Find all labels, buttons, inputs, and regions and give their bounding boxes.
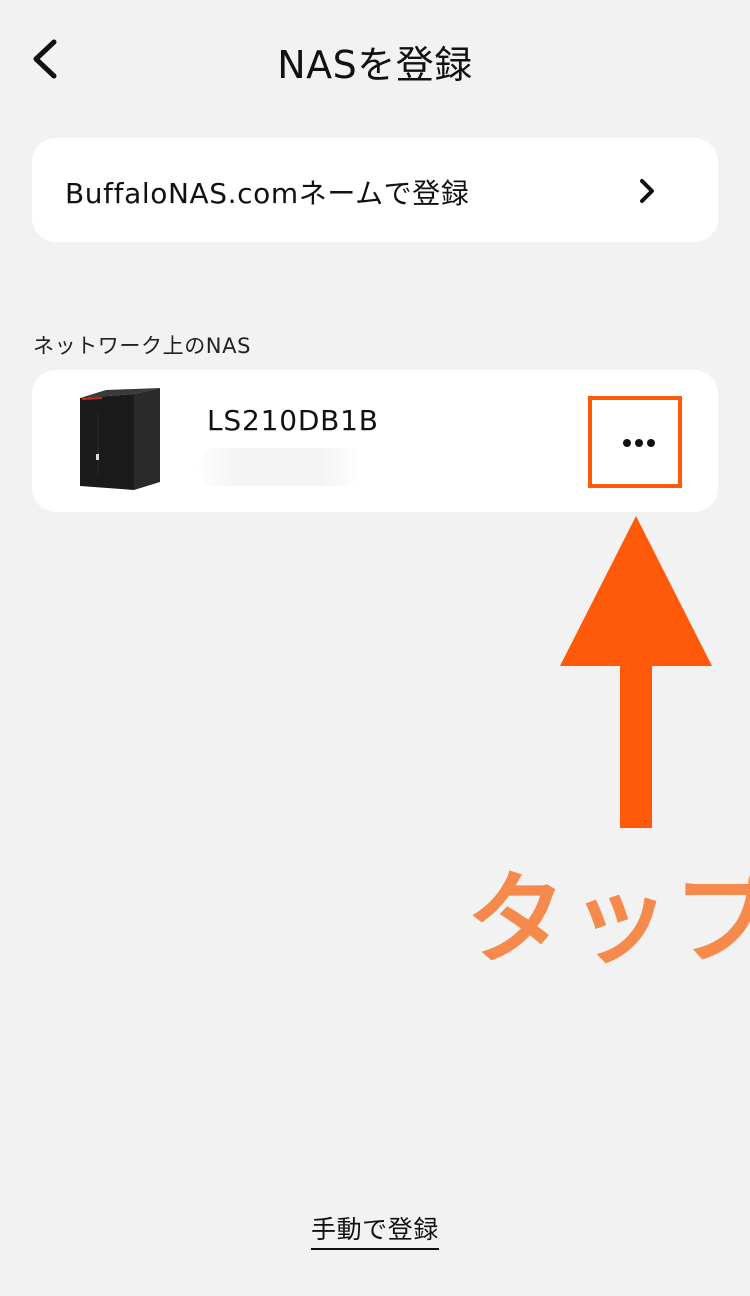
nas-device-name: LS210DB1B [207,404,379,437]
annotation-tap-label: タップ [466,861,750,978]
chevron-right-icon [636,176,658,206]
buffalo-name-register-button[interactable]: BuffaloNAS.comネームで登録 [32,138,718,242]
annotation-arrow-up-icon [556,516,716,832]
manual-register-container: 手動で登録 [0,1210,750,1250]
page-title: NASを登録 [277,43,473,87]
nas-device-card[interactable]: LS210DB1B [32,370,718,512]
buffalo-name-register-label: BuffaloNAS.comネームで登録 [65,177,470,210]
header: NASを登録 [0,0,750,120]
more-options-button[interactable] [588,396,682,488]
nas-device-icon [76,384,166,494]
network-nas-section-label: ネットワーク上のNAS [33,334,252,358]
more-horizontal-icon [622,438,656,448]
nas-device-subtitle-placeholder [196,448,362,486]
manual-register-link[interactable]: 手動で登録 [310,1215,439,1250]
